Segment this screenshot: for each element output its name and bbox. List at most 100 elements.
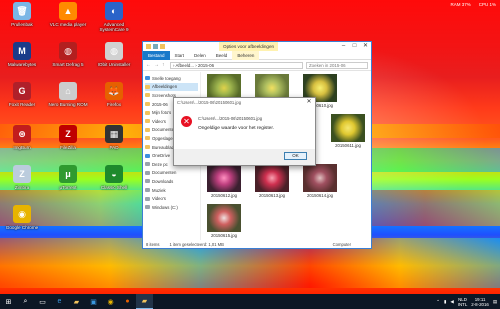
ok-button[interactable]: OK xyxy=(284,152,307,160)
image-thumbnail[interactable]: 20150615.jpg xyxy=(207,204,241,238)
dialog-close-button[interactable]: ✕ xyxy=(303,98,315,107)
z-icon: Z xyxy=(13,165,31,183)
desktop-icon-label: Advanced SystemCare 9 xyxy=(99,22,129,33)
tab-start[interactable]: Start xyxy=(170,51,190,60)
thumbnail-caption: 20150614.jpg xyxy=(306,193,334,198)
firefox-icon[interactable]: ● xyxy=(119,294,136,309)
network-icon[interactable]: ▮ xyxy=(444,299,446,305)
image-thumbnail[interactable]: 20150611.jpg xyxy=(331,114,365,148)
desktop-icon-label: VLC media player xyxy=(49,22,87,27)
address-bar[interactable]: › Afbeeld... › 2015-06 xyxy=(170,61,303,69)
desktop-icon-pad[interactable]: ▦ PAD xyxy=(94,125,134,150)
nav-item[interactable]: Afbeeldingen xyxy=(145,82,198,92)
system-monitor-widget: RAM 37% CPU 1% xyxy=(450,2,496,7)
desktop-icon-filezilla[interactable]: Z FileZilla xyxy=(48,125,88,150)
properties-icon[interactable] xyxy=(153,44,158,49)
photo-preview xyxy=(255,164,289,192)
folder-icon xyxy=(145,127,150,132)
folder-icon[interactable] xyxy=(146,44,151,49)
image-thumbnail[interactable]: 20150612.jpg xyxy=(207,164,241,198)
folder-icon xyxy=(145,179,150,184)
image-thumbnail[interactable]: 20150613.jpg xyxy=(255,164,289,198)
thumbnail-caption: 20150611.jpg xyxy=(335,143,361,148)
desktop-icon-advanced-systemcare[interactable]: ◐ Advanced SystemCare 9 xyxy=(94,2,134,32)
folder-icon xyxy=(145,119,150,124)
malwarebytes-icon: M xyxy=(13,42,31,60)
quick-access-toolbar xyxy=(143,44,165,49)
nav-item[interactable]: Muziek xyxy=(145,186,198,195)
thumbnail-caption: 20150613.jpg xyxy=(258,193,286,198)
task-view-icon[interactable]: ▭ xyxy=(34,294,51,309)
folder-icon xyxy=(145,93,150,98)
nav-item-label: Mijn foto's xyxy=(152,110,172,116)
nav-item-label: Video's xyxy=(152,196,166,202)
file-explorer-icon[interactable]: ▰ xyxy=(68,294,85,309)
windows-start-icon[interactable]: ⊞ xyxy=(0,294,17,309)
taskbar: ⊞ ⌕ ▭ e ▰ ▣ ◉ ● ▰ ⌃ ▮ ◀ NLD INTL 19:11 2-8-2016 … xyxy=(0,294,500,309)
nero-icon: ⌂ xyxy=(59,82,77,100)
desktop-icon-label: Prullenbak xyxy=(11,22,33,27)
desktop-icon-label: IObit Uninstaller xyxy=(97,62,131,67)
nav-item[interactable]: Snelle toegang xyxy=(145,74,198,83)
nav-item[interactable]: Downloads xyxy=(145,177,198,186)
tab-beeld[interactable]: Beeld xyxy=(211,51,233,60)
folder-icon xyxy=(145,170,150,175)
folder-icon xyxy=(145,110,150,115)
search-icon[interactable]: ⌕ xyxy=(17,294,34,309)
desktop-icon-iobit-app[interactable]: ◍ IObit Uninstaller xyxy=(94,42,134,67)
chrome-icon[interactable]: ◉ xyxy=(102,294,119,309)
desktop-icon-foxit[interactable]: G Foxit Reader xyxy=(2,82,42,107)
cpu-readout: CPU 1% xyxy=(478,2,496,7)
status-location: Computer xyxy=(332,241,351,247)
shell-icon: ◒ xyxy=(105,165,123,183)
desktop-icon-prullenbak[interactable]: 🗑 Prullenbak xyxy=(2,2,42,27)
desktop-icon-firefox[interactable]: 🦊 Firefox xyxy=(94,82,134,107)
maximize-button[interactable]: □ xyxy=(349,42,360,51)
forward-arrow-icon[interactable]: → xyxy=(154,62,159,68)
nav-item-label: 2015-06 xyxy=(152,101,168,107)
tab-bestand[interactable]: Bestand xyxy=(143,50,170,60)
up-arrow-icon[interactable]: ↑ xyxy=(162,62,167,68)
nav-item[interactable]: Video's xyxy=(145,194,198,203)
folder-icon xyxy=(145,84,150,89)
desktop-icon-utorrent[interactable]: μ µTorrent xyxy=(48,165,88,190)
desktop-icon-malwarebytes[interactable]: M Malwarebytes xyxy=(2,42,42,67)
tab-delen[interactable]: Delen xyxy=(189,51,211,60)
desktop-icon-nero-burning[interactable]: ⌂ Nero Burning ROM xyxy=(48,82,88,107)
show-hidden-icons-icon[interactable]: ⌃ xyxy=(436,299,440,305)
notifications-icon[interactable]: ▤ xyxy=(493,299,497,305)
desktop-icon-z-app[interactable]: Z Zimbra xyxy=(2,165,42,190)
search-input[interactable]: Zoeken in 2015-06 xyxy=(306,61,368,69)
desktop-icon-label: Malwarebytes xyxy=(7,62,37,67)
folder-icon xyxy=(145,145,150,150)
desktop-icon-smart-defrag[interactable]: ◍ Smart Defrag 5 xyxy=(48,42,88,67)
nav-item[interactable]: Windows (C:) xyxy=(145,203,198,212)
desktop-icon-chrome[interactable]: ◉ Google Chrome xyxy=(2,205,42,230)
new-folder-icon[interactable] xyxy=(160,44,165,49)
desktop-icon-label: Nero Burning ROM xyxy=(48,102,88,107)
status-item-count: 8 items xyxy=(146,241,160,247)
back-arrow-icon[interactable]: ← xyxy=(146,62,151,68)
desktop-icon-label: Smart Defrag 5 xyxy=(52,62,84,67)
image-thumbnail[interactable]: 20150614.jpg xyxy=(303,164,337,198)
language-indicator[interactable]: NLD INTL xyxy=(458,297,468,307)
close-button[interactable]: ✕ xyxy=(360,42,371,51)
volume-icon[interactable]: ◀ xyxy=(450,299,453,305)
desktop-icon-vlc[interactable]: ▲ VLC media player xyxy=(48,2,88,27)
desktop-icon-label: Firefox xyxy=(106,102,122,107)
store-icon[interactable]: ▣ xyxy=(85,294,102,309)
desktop-icon-green-app[interactable]: ◒ Classic Shell xyxy=(94,165,134,190)
minimize-button[interactable]: – xyxy=(338,42,349,51)
nav-item-label: Documenten xyxy=(152,170,177,176)
desktop-icon-imgburn[interactable]: ⊛ ImgBurn xyxy=(2,125,42,150)
nav-item[interactable]: Documenten xyxy=(145,169,198,178)
tab-beheren[interactable]: Beheren xyxy=(232,50,260,60)
nav-item-label: Muziek xyxy=(152,187,166,193)
ribbon-tabs: Bestand Start Delen Beeld Beheren xyxy=(143,50,371,60)
nav-item-label: Windows (C:) xyxy=(152,204,178,210)
edge-icon[interactable]: e xyxy=(51,294,68,309)
clock[interactable]: 19:11 2-8-2016 xyxy=(471,297,489,307)
error-dialog[interactable]: C:\Users\...\2015-06\20150601.jpg ✕ ✕ C:… xyxy=(173,97,316,166)
explorer-window-icon[interactable]: ▰ xyxy=(136,294,153,309)
photo-preview xyxy=(207,164,241,192)
